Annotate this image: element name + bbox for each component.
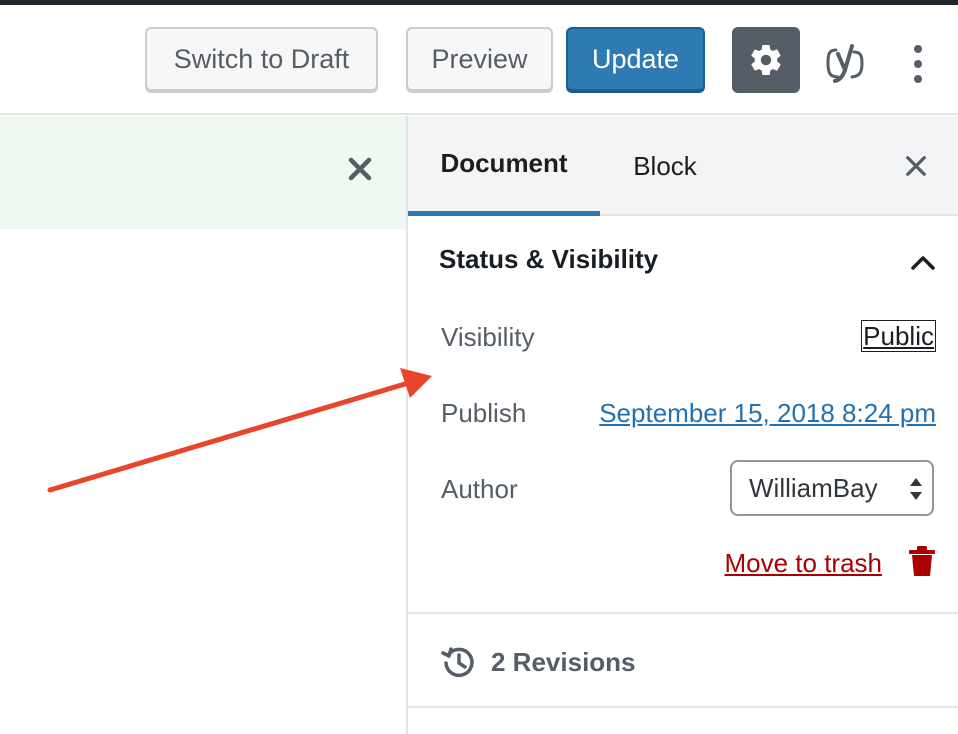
chevron-up-icon [911,256,935,270]
gear-icon [751,45,781,76]
tab-block[interactable]: Block [600,116,730,216]
author-select[interactable]: WilliamBay [730,460,934,516]
yoast-seo-button[interactable] [822,40,868,86]
settings-button[interactable] [732,27,800,93]
more-vertical-icon [914,45,922,83]
more-options-button[interactable] [906,39,930,89]
history-icon [441,647,474,678]
trash-icon[interactable] [908,545,936,577]
close-icon [348,157,372,181]
publish-date-link[interactable]: September 15, 2018 8:24 pm [599,398,936,429]
sidebar-tabs: Document Block [408,116,958,216]
sidebar-close-button[interactable] [900,150,932,182]
visibility-toggle[interactable]: Public [861,320,936,352]
visibility-label: Visibility [441,322,535,352]
author-select-value: WilliamBay [749,472,878,503]
move-to-trash-link[interactable]: Move to trash [724,548,882,579]
panel-toggle-button[interactable] [906,246,940,280]
settings-sidebar: Document Block Status & Visibility Visib… [406,116,958,734]
author-label: Author [441,474,518,504]
yoast-icon [826,44,864,83]
select-arrows-icon [910,478,922,500]
close-icon [906,156,926,176]
preview-button[interactable]: Preview [406,27,553,91]
revisions-label: 2 Revisions [491,646,636,677]
revisions-link[interactable]: 2 Revisions [441,642,636,682]
switch-to-draft-button[interactable]: Switch to Draft [145,27,378,91]
panel-divider [408,612,958,614]
update-button[interactable]: Update [566,27,705,91]
editor-header: Switch to Draft Preview Update [0,5,958,115]
notice-dismiss-button[interactable] [343,152,377,186]
publish-label: Publish [441,398,527,428]
tab-document[interactable]: Document [408,116,600,216]
panel-divider [408,706,958,708]
panel-title[interactable]: Status & Visibility [439,244,658,275]
